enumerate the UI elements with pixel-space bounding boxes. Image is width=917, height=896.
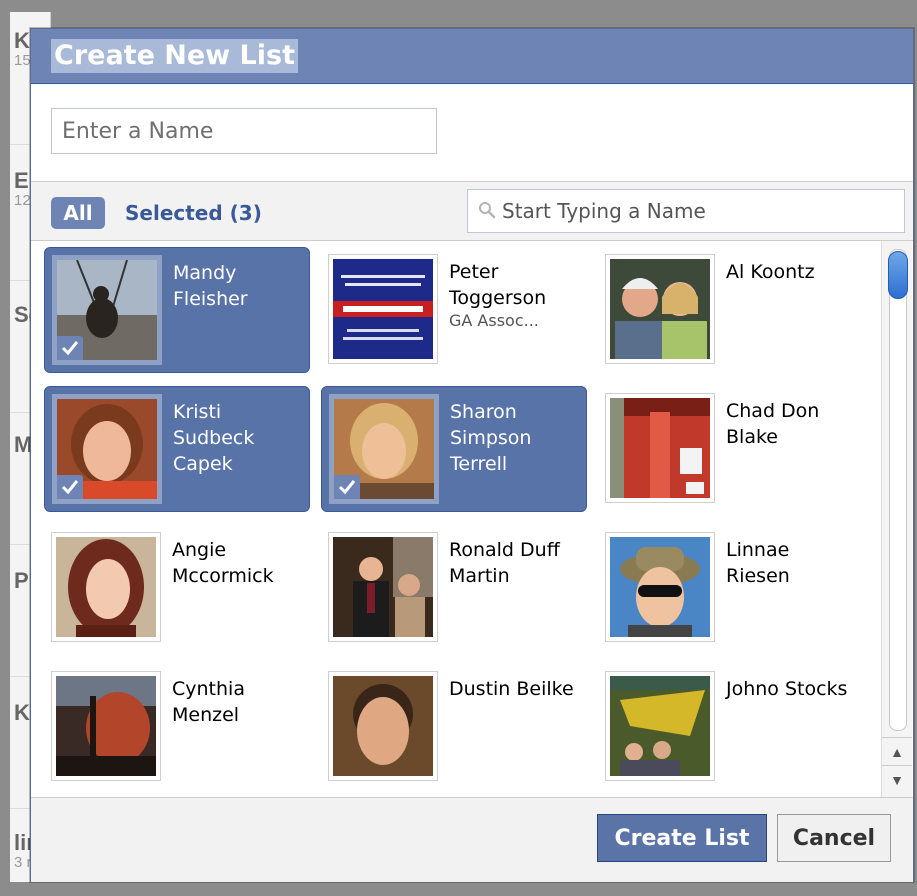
background-sub: 12 — [14, 192, 31, 209]
cancel-button[interactable]: Cancel — [777, 814, 891, 862]
create-list-dialog: Create New List All Selected (3) — [30, 28, 914, 882]
dialog-title: Create New List — [51, 39, 298, 73]
profile-photo-image — [333, 537, 433, 637]
friend-tile-cynthia-menzel[interactable]: Cynthia Menzel — [44, 664, 310, 790]
friend-tile-linnae-riesen[interactable]: Linnae Riesen — [598, 525, 864, 651]
profile-photo — [329, 394, 439, 504]
scroll-track[interactable] — [889, 249, 907, 731]
friend-search-box — [467, 189, 905, 233]
profile-photo-image — [610, 676, 710, 776]
friend-grid: Mandy Fleisher Peter Toggerson GA Assoc.… — [31, 241, 913, 797]
friend-name: Johno Stocks — [726, 678, 848, 700]
friend-search-input[interactable] — [502, 190, 897, 232]
selected-check-icon — [57, 336, 83, 360]
profile-photo — [605, 532, 715, 642]
filter-all-tab[interactable]: All — [51, 197, 105, 229]
selected-check-icon — [334, 475, 360, 499]
friend-name: Al Koontz — [726, 261, 815, 283]
friend-tile-kristi-sudbeck-capek[interactable]: Kristi Sudbeck Capek — [44, 386, 310, 512]
friend-name: Ronald Duff Martin — [449, 539, 560, 587]
scroll-thumb[interactable] — [888, 251, 908, 299]
filter-selected-tab[interactable]: Selected (3) — [125, 197, 262, 229]
friend-tile-al-koontz[interactable]: Al Koontz — [598, 247, 864, 373]
friend-network: GA Assoc... — [449, 311, 539, 330]
profile-photo-image — [610, 398, 710, 498]
profile-photo — [51, 671, 161, 781]
friend-tile-angie-mccormick[interactable]: Angie Mccormick — [44, 525, 310, 651]
profile-photo — [605, 671, 715, 781]
friend-grid-scrollbar[interactable]: ▲ ▼ — [881, 241, 912, 797]
friend-name: Sharon Simpson Terrell — [450, 401, 532, 475]
friend-name: Mandy Fleisher — [173, 262, 248, 310]
selected-check-icon — [57, 475, 83, 499]
profile-photo — [605, 254, 715, 364]
profile-photo-image — [333, 676, 433, 776]
background-sub: 3 r — [14, 854, 32, 871]
friend-tile-dustin-beilke[interactable]: Dustin Beilke — [321, 664, 587, 790]
dialog-title-bar: Create New List — [31, 29, 913, 84]
profile-photo-image — [610, 537, 710, 637]
friend-name: Chad Don Blake — [726, 400, 820, 448]
friend-name: Kristi Sudbeck Capek — [173, 401, 255, 475]
create-list-button[interactable]: Create List — [597, 814, 767, 862]
profile-photo — [51, 532, 161, 642]
profile-photo-image — [56, 676, 156, 776]
profile-photo-image — [56, 537, 156, 637]
friend-tile-mandy-fleisher[interactable]: Mandy Fleisher — [44, 247, 310, 373]
profile-photo — [328, 671, 438, 781]
friend-tile-johno-stocks[interactable]: Johno Stocks — [598, 664, 864, 790]
search-icon — [479, 202, 496, 219]
friend-tile-ronald-duff-martin[interactable]: Ronald Duff Martin — [321, 525, 587, 651]
profile-photo-image — [610, 259, 710, 359]
friend-name: Dustin Beilke — [449, 678, 574, 700]
friend-name: Peter Toggerson — [449, 261, 547, 309]
background-sub: 15 — [14, 52, 31, 69]
friend-tile-chad-don-blake[interactable]: Chad Don Blake — [598, 386, 864, 512]
profile-photo — [52, 255, 162, 365]
friend-name: Angie Mccormick — [172, 539, 274, 587]
profile-photo — [328, 254, 438, 364]
profile-photo — [605, 393, 715, 503]
profile-photo — [52, 394, 162, 504]
profile-photo-image — [333, 259, 433, 359]
list-name-input[interactable] — [51, 108, 437, 154]
dialog-footer: Create List Cancel — [31, 797, 913, 882]
scroll-down-arrow-icon[interactable]: ▼ — [882, 765, 912, 794]
friend-tile-peter-toggerson[interactable]: Peter Toggerson GA Assoc... — [321, 247, 587, 373]
friend-name: Linnae Riesen — [726, 539, 790, 587]
profile-photo — [328, 532, 438, 642]
friend-tile-sharon-simpson-terrell[interactable]: Sharon Simpson Terrell — [321, 386, 587, 512]
filter-bar: All Selected (3) — [31, 181, 913, 241]
scroll-up-arrow-icon[interactable]: ▲ — [882, 737, 912, 766]
friend-name: Cynthia Menzel — [172, 678, 245, 726]
